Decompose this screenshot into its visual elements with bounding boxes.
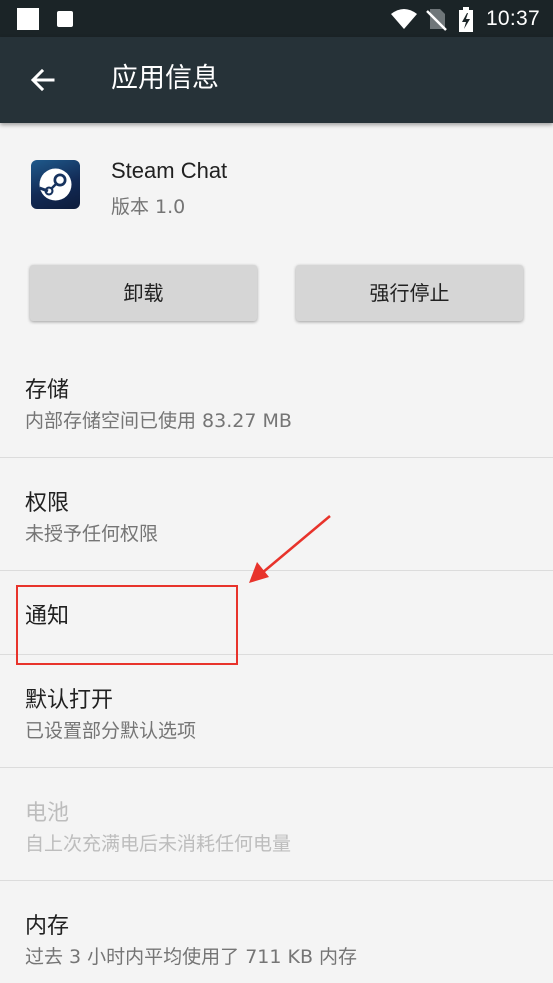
list-item-title: 电池: [25, 801, 70, 826]
list-item-subtitle: 自上次充满电后未消耗任何电量: [25, 833, 292, 855]
list-item-open-by-default[interactable]: 默认打开 已设置部分默认选项: [0, 655, 553, 767]
app-header: Steam Chat 版本 1.0: [0, 123, 553, 248]
list-item-battery: 电池 自上次充满电后未消耗任何电量: [0, 768, 553, 880]
app-info-screen: 10:37 应用信息 Steam Chat 版本 1.0 卸载 强行停止 存储 …: [0, 0, 553, 983]
list-item-title: 内存: [25, 914, 70, 939]
list-item-memory[interactable]: 内存 过去 3 小时内平均使用了 711 KB 内存: [0, 881, 553, 983]
annotation-highlight-box: [16, 585, 238, 665]
notification-icon: [17, 8, 39, 30]
list-item-subtitle: 已设置部分默认选项: [25, 720, 197, 742]
list-item-title: 权限: [25, 491, 70, 516]
list-item-title: 存储: [25, 378, 70, 403]
notification-icon: [57, 11, 73, 27]
app-name: Steam Chat: [111, 158, 228, 183]
page-title: 应用信息: [111, 63, 219, 94]
list-item-permissions[interactable]: 权限 未授予任何权限: [0, 458, 553, 570]
list-item-subtitle: 未授予任何权限: [25, 523, 159, 545]
wifi-icon: [391, 9, 417, 29]
list-item-title: 默认打开: [25, 688, 114, 713]
steam-logo-icon: [31, 160, 80, 209]
back-button[interactable]: [22, 58, 66, 102]
uninstall-button[interactable]: 卸载: [30, 265, 257, 321]
app-version: 版本 1.0: [111, 196, 186, 218]
clock: 10:37: [485, 7, 540, 30]
battery-charging-icon: [459, 7, 473, 32]
status-bar: 10:37: [0, 0, 553, 37]
list-item-subtitle: 过去 3 小时内平均使用了 711 KB 内存: [25, 946, 358, 968]
no-sim-icon: [426, 9, 447, 31]
force-stop-button[interactable]: 强行停止: [296, 265, 523, 321]
list-item-storage[interactable]: 存储 内部存储空间已使用 83.27 MB: [0, 345, 553, 457]
list-item-subtitle: 内部存储空间已使用 83.27 MB: [25, 410, 292, 432]
app-bar: 应用信息: [0, 37, 553, 123]
arrow-back-icon: [30, 68, 55, 92]
